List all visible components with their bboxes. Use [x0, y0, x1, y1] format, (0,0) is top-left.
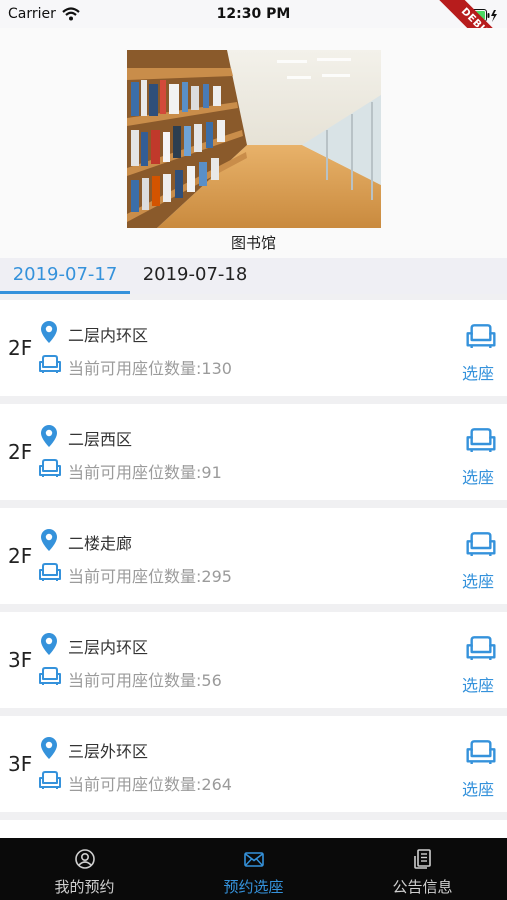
select-seat-button[interactable]: 选座 [462, 464, 494, 488]
nav-announcements[interactable]: 公告信息 [338, 838, 507, 900]
area-card[interactable]: 2F 二层内环区 当前可用座位数量:130 选座 [0, 300, 507, 396]
bottom-navigation: 我的预约 预约选座 公告信息 [0, 838, 507, 900]
library-name: 图书馆 [230, 234, 276, 252]
nav-label: 公告信息 [392, 878, 453, 896]
available-seats: 当前可用座位数量:295 [68, 567, 232, 586]
available-seats: 当前可用座位数量:91 [68, 463, 222, 482]
seat-icon [38, 666, 62, 690]
area-card[interactable]: 2F 二楼走廊 当前可用座位数量:295 选座 [0, 508, 507, 604]
available-seats: 当前可用座位数量:56 [68, 671, 222, 690]
document-icon [412, 848, 434, 874]
nav-my-reservations[interactable]: 我的预约 [0, 838, 169, 900]
tab-date-1[interactable]: 2019-07-17 [0, 258, 130, 294]
user-circle-icon [74, 848, 96, 874]
area-card[interactable]: 2F 二层西区 当前可用座位数量:91 选座 [0, 404, 507, 500]
seat-icon [38, 458, 62, 482]
select-seat-button[interactable]: 选座 [462, 672, 494, 696]
library-header: 图书馆 [0, 28, 507, 258]
floor-label: 3F [8, 752, 33, 776]
envelope-icon [243, 848, 265, 874]
select-seat-button[interactable]: 选座 [462, 776, 494, 800]
select-seat-icon[interactable] [465, 634, 497, 666]
floor-label: 2F [8, 544, 33, 568]
available-seats: 当前可用座位数量:264 [68, 775, 232, 794]
select-seat-button[interactable]: 选座 [462, 360, 494, 384]
location-pin-icon [40, 528, 58, 556]
nav-label: 我的预约 [54, 878, 115, 896]
floor-label: 2F [8, 440, 33, 464]
select-seat-icon[interactable] [465, 426, 497, 458]
tab-date-2[interactable]: 2019-07-18 [130, 258, 260, 294]
floor-label: 3F [8, 648, 33, 672]
location-pin-icon [40, 736, 58, 764]
floor-label: 2F [8, 336, 33, 360]
location-pin-icon [40, 632, 58, 660]
tab-indicator [0, 291, 130, 294]
seat-icon [38, 354, 62, 378]
location-pin-icon [40, 424, 58, 452]
zone-name: 三层外环区 [68, 742, 149, 761]
seat-icon [38, 562, 62, 586]
select-seat-icon[interactable] [465, 738, 497, 770]
area-card[interactable]: 3F 三层内环区 当前可用座位数量:56 选座 [0, 612, 507, 708]
select-seat-button[interactable]: 选座 [462, 568, 494, 592]
date-tab-bar: 2019-07-17 2019-07-18 [0, 258, 507, 294]
zone-name: 二层西区 [68, 430, 133, 449]
select-seat-icon[interactable] [465, 530, 497, 562]
status-bar: Carrier 12:30 PM [0, 0, 507, 28]
available-seats: 当前可用座位数量:130 [68, 359, 232, 378]
seat-icon [38, 770, 62, 794]
nav-reserve-seat[interactable]: 预约选座 [169, 838, 338, 900]
area-card[interactable]: 3F 三层外环区 当前可用座位数量:264 选座 [0, 716, 507, 812]
zone-name: 二层内环区 [68, 326, 149, 345]
nav-label: 预约选座 [223, 878, 284, 896]
clock: 12:30 PM [216, 6, 291, 22]
library-photo [127, 50, 381, 228]
zone-name: 二楼走廊 [68, 534, 133, 553]
select-seat-icon[interactable] [465, 322, 497, 354]
zone-name: 三层内环区 [68, 638, 149, 657]
location-pin-icon [40, 320, 58, 348]
